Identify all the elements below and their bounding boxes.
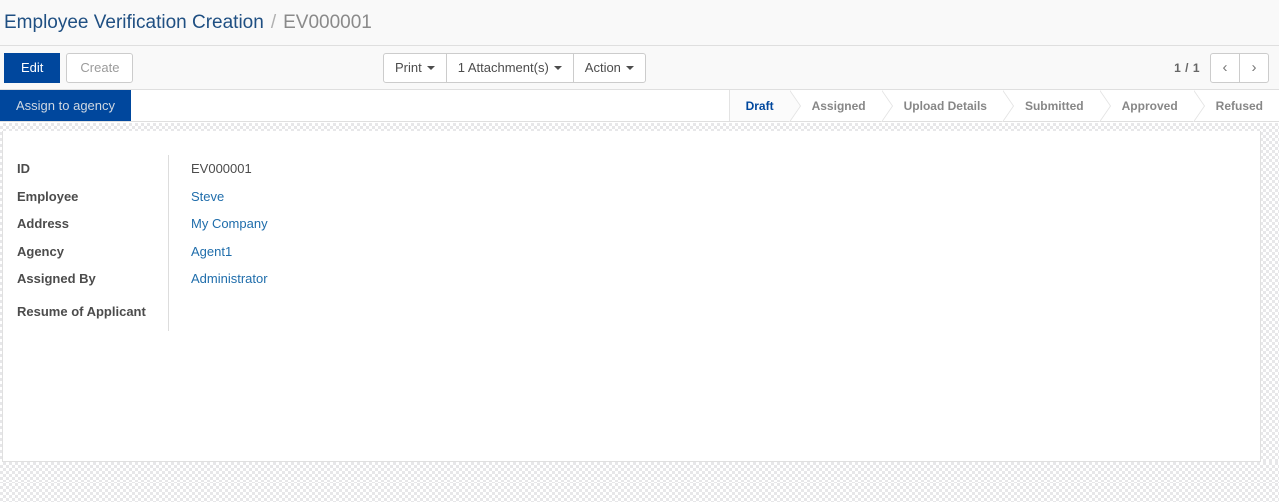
form-sheet: ID EV000001 Employee Steve Address My Co…	[2, 131, 1261, 462]
field-value-cell	[167, 292, 268, 331]
field-label-cell: Employee	[17, 183, 169, 211]
status-stage-refused[interactable]: Refused	[1193, 90, 1279, 121]
field-value-cell: Steve	[167, 182, 268, 211]
breadcrumb-parent-link[interactable]: Employee Verification Creation	[4, 12, 264, 34]
breadcrumb-current-record: EV000001	[283, 11, 372, 33]
bottom-background-strip	[0, 462, 1279, 482]
field-value-employee[interactable]: Steve	[191, 183, 268, 211]
form-row-resume-of-applicant: Resume of Applicant	[17, 292, 268, 331]
statusbar: Assign to agency Draft Assigned Upload D…	[0, 90, 1279, 122]
pager-count: 1 / 1	[1174, 60, 1200, 75]
control-panel: Edit Create Print 1 Attachment(s) Action…	[0, 46, 1279, 90]
status-stage-label: Draft	[745, 98, 774, 113]
form-row-employee: Employee Steve	[17, 182, 268, 211]
edit-button[interactable]: Edit	[4, 52, 61, 83]
field-label-cell: Agency	[17, 238, 169, 266]
field-label-cell: Resume of Applicant	[17, 293, 169, 331]
print-dropdown-button[interactable]: Print	[383, 52, 447, 83]
field-label-cell: Assigned By	[17, 265, 169, 293]
status-stage-flow: Draft Assigned Upload Details Submitted …	[728, 90, 1279, 122]
action-label: Action	[584, 60, 621, 75]
status-stage-assigned[interactable]: Assigned	[789, 90, 893, 122]
form-row-address: Address My Company	[17, 210, 268, 238]
field-label-id: ID	[17, 161, 30, 176]
create-button[interactable]: Create	[66, 52, 134, 83]
action-dropdown-button[interactable]: Action	[572, 52, 646, 83]
assign-to-agency-button[interactable]: Assign to agency	[0, 90, 132, 121]
pager-previous-button[interactable]: ‹	[1210, 52, 1240, 83]
status-stage-approved[interactable]: Approved	[1099, 90, 1205, 122]
record-actions-button-group: Print 1 Attachment(s) Action	[383, 52, 646, 83]
field-label-resume-of-applicant: Resume of Applicant	[17, 303, 146, 319]
print-label: Print	[395, 60, 422, 75]
status-stage-label: Assigned	[811, 98, 866, 113]
field-label-cell: Address	[17, 210, 169, 238]
form-row-id: ID EV000001	[17, 155, 268, 183]
pager: 1 / 1 ‹ ›	[1174, 52, 1269, 83]
field-label-agency: Agency	[17, 243, 64, 259]
field-value-cell: EV000001	[167, 155, 268, 183]
breadcrumb-bar: Employee Verification Creation / EV00000…	[0, 0, 1279, 46]
chevron-left-icon: ‹	[1222, 59, 1228, 76]
status-stage-submitted[interactable]: Submitted	[1002, 90, 1111, 122]
status-stage-label: Refused	[1215, 98, 1263, 113]
breadcrumb-separator: /	[270, 11, 277, 33]
field-value-id: EV000001	[191, 161, 252, 176]
status-stage-label: Submitted	[1024, 98, 1084, 113]
chevron-right-icon: ›	[1251, 59, 1257, 76]
chevron-down-icon	[553, 65, 562, 70]
field-value-assigned-by[interactable]: Administrator	[191, 265, 268, 293]
status-stage-draft[interactable]: Draft	[729, 90, 801, 122]
field-value-agency[interactable]: Agent1	[191, 238, 268, 266]
form-fields-group: ID EV000001 Employee Steve Address My Co…	[3, 131, 1260, 331]
field-value-cell: Administrator	[167, 265, 268, 293]
form-row-assigned-by: Assigned By Administrator	[17, 265, 268, 293]
pager-next-button[interactable]: ›	[1239, 52, 1269, 83]
field-value-cell: Agent1	[167, 237, 268, 266]
attachments-dropdown-button[interactable]: 1 Attachment(s)	[445, 52, 574, 83]
field-label-address: Address	[17, 216, 70, 232]
chevron-down-icon	[426, 65, 435, 70]
field-value-cell: My Company	[167, 210, 268, 238]
form-row-agency: Agency Agent1	[17, 237, 268, 266]
form-field-table: ID EV000001 Employee Steve Address My Co…	[17, 155, 268, 331]
chevron-down-icon	[625, 65, 634, 70]
field-label-cell: ID	[17, 155, 169, 183]
field-label-assigned-by: Assigned By	[17, 271, 96, 287]
status-stage-label: Upload Details	[903, 98, 987, 113]
form-background: ID EV000001 Employee Steve Address My Co…	[0, 123, 1279, 502]
status-stage-upload-details[interactable]: Upload Details	[881, 90, 1015, 122]
field-value-address[interactable]: My Company	[191, 210, 268, 238]
field-label-employee: Employee	[17, 188, 79, 204]
attachments-label: 1 Attachment(s)	[457, 60, 549, 75]
status-stage-label: Approved	[1121, 98, 1178, 113]
